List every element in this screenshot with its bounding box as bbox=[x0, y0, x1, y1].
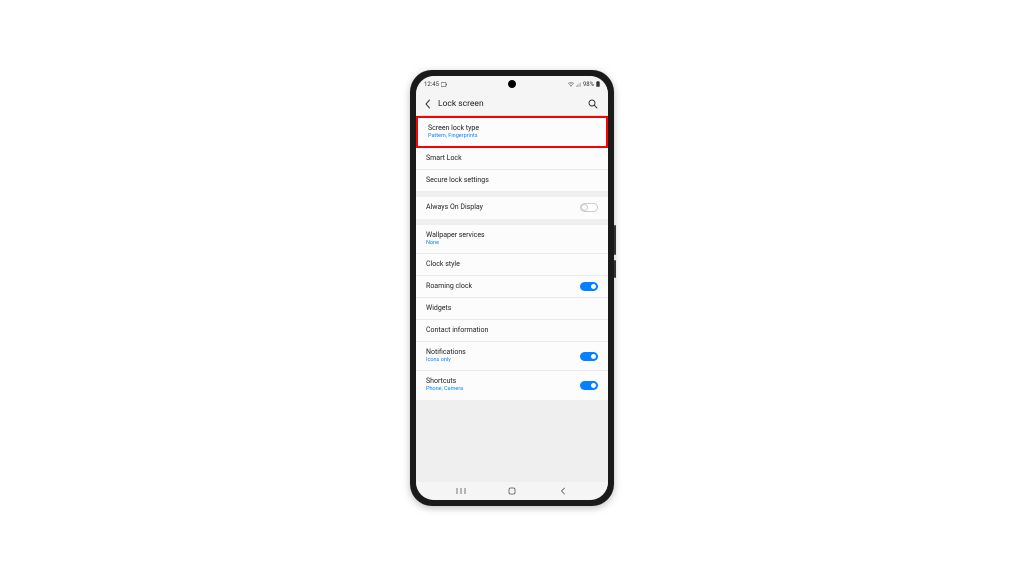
setting-group: Screen lock typePattern, Fingerprints Sma… bbox=[416, 116, 608, 191]
setting-title: Shortcuts bbox=[426, 377, 580, 386]
phone-side-button2 bbox=[614, 260, 616, 278]
status-time: 12:45 bbox=[424, 81, 439, 88]
setting-group: Always On Display bbox=[416, 197, 608, 218]
android-nav-bar bbox=[416, 482, 608, 500]
setting-text: Roaming clock bbox=[426, 282, 580, 291]
setting-item-always-on-display[interactable]: Always On Display bbox=[416, 197, 608, 218]
nav-home[interactable] bbox=[497, 487, 527, 495]
page-title: Lock screen bbox=[436, 99, 588, 109]
chevron-left-icon bbox=[424, 99, 432, 109]
battery-icon bbox=[596, 81, 600, 87]
signal-icon bbox=[576, 82, 581, 87]
setting-group: Wallpaper servicesNone Clock style Roaming… bbox=[416, 225, 608, 400]
setting-subtitle: Icons only bbox=[426, 357, 580, 364]
setting-item-contact-information[interactable]: Contact information bbox=[416, 320, 608, 342]
toggle-switch[interactable] bbox=[580, 282, 598, 291]
toggle-switch[interactable] bbox=[580, 203, 598, 212]
setting-title: Smart Lock bbox=[426, 154, 598, 163]
setting-text: NotificationsIcons only bbox=[426, 348, 580, 364]
search-icon bbox=[588, 99, 598, 109]
setting-text: Clock style bbox=[426, 260, 598, 269]
nav-recents[interactable] bbox=[446, 487, 476, 495]
setting-text: Widgets bbox=[426, 304, 598, 313]
phone-frame: 12:45 98% Lock screen Screen lock typePa… bbox=[410, 70, 614, 506]
card-icon bbox=[441, 82, 447, 87]
setting-title: Always On Display bbox=[426, 203, 580, 212]
toggle-switch[interactable] bbox=[580, 381, 598, 390]
setting-item-clock-style[interactable]: Clock style bbox=[416, 254, 608, 276]
setting-title: Clock style bbox=[426, 260, 598, 269]
setting-item-roaming-clock[interactable]: Roaming clock bbox=[416, 276, 608, 298]
setting-text: Smart Lock bbox=[426, 154, 598, 163]
toggle-knob bbox=[590, 353, 597, 360]
setting-title: Widgets bbox=[426, 304, 598, 313]
setting-title: Contact information bbox=[426, 326, 598, 335]
status-left: 12:45 bbox=[424, 81, 447, 88]
setting-item-smart-lock[interactable]: Smart Lock bbox=[416, 148, 608, 170]
nav-back[interactable] bbox=[548, 487, 578, 495]
setting-title: Wallpaper services bbox=[426, 231, 598, 240]
phone-screen: 12:45 98% Lock screen Screen lock typePa… bbox=[416, 76, 608, 500]
setting-text: Contact information bbox=[426, 326, 598, 335]
wifi-icon bbox=[568, 82, 574, 87]
setting-item-shortcuts[interactable]: ShortcutsPhone, Camera bbox=[416, 371, 608, 399]
header-bar: Lock screen bbox=[416, 92, 608, 116]
setting-item-secure-lock-settings[interactable]: Secure lock settings bbox=[416, 170, 608, 191]
setting-text: Secure lock settings bbox=[426, 176, 598, 185]
setting-subtitle: Pattern, Fingerprints bbox=[428, 133, 596, 140]
search-button[interactable] bbox=[588, 99, 600, 109]
setting-title: Screen lock type bbox=[428, 124, 596, 133]
setting-subtitle: None bbox=[426, 240, 598, 247]
home-icon bbox=[508, 487, 516, 495]
toggle-knob bbox=[581, 204, 588, 211]
setting-text: Always On Display bbox=[426, 203, 580, 212]
toggle-knob bbox=[590, 382, 597, 389]
recents-icon bbox=[456, 487, 466, 495]
setting-item-wallpaper-services[interactable]: Wallpaper servicesNone bbox=[416, 225, 608, 254]
phone-side-button bbox=[614, 225, 616, 255]
setting-text: Wallpaper servicesNone bbox=[426, 231, 598, 247]
setting-subtitle: Phone, Camera bbox=[426, 386, 580, 393]
settings-content[interactable]: Screen lock typePattern, Fingerprints Sma… bbox=[416, 116, 608, 482]
setting-title: Roaming clock bbox=[426, 282, 580, 291]
setting-item-notifications[interactable]: NotificationsIcons only bbox=[416, 342, 608, 371]
setting-item-widgets[interactable]: Widgets bbox=[416, 298, 608, 320]
setting-text: Screen lock typePattern, Fingerprints bbox=[428, 124, 596, 140]
toggle-knob bbox=[590, 283, 597, 290]
back-icon bbox=[559, 487, 567, 495]
setting-title: Secure lock settings bbox=[426, 176, 598, 185]
setting-item-screen-lock-type[interactable]: Screen lock typePattern, Fingerprints bbox=[416, 116, 608, 148]
camera-notch bbox=[508, 80, 516, 88]
status-battery: 98% bbox=[583, 81, 594, 88]
status-right: 98% bbox=[568, 81, 600, 88]
setting-text: ShortcutsPhone, Camera bbox=[426, 377, 580, 393]
back-button[interactable] bbox=[424, 99, 436, 109]
toggle-switch[interactable] bbox=[580, 352, 598, 361]
setting-title: Notifications bbox=[426, 348, 580, 357]
